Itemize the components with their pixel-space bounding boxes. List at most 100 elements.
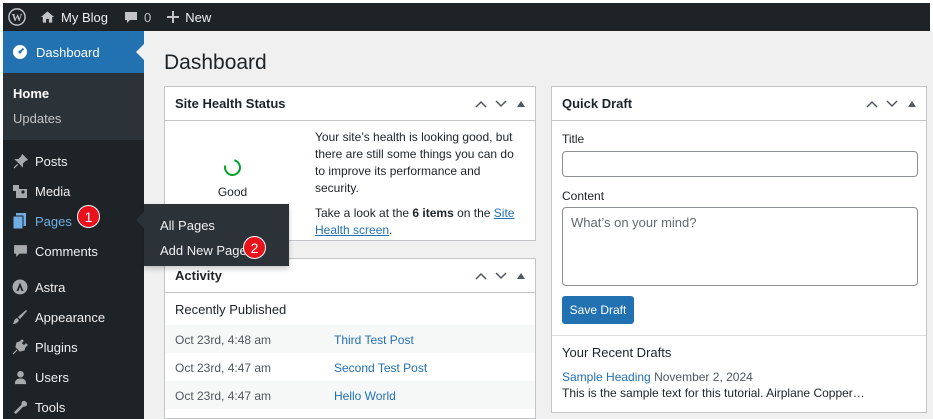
move-up-icon[interactable]	[471, 100, 491, 108]
move-up-icon[interactable]	[471, 272, 491, 280]
health-progress-circle	[220, 155, 245, 180]
health-summary-text: Your site’s health is looking good, but …	[315, 130, 514, 195]
flyout-arrow	[136, 212, 144, 228]
new-label: New	[185, 9, 212, 25]
sidebar-item-appearance[interactable]: Appearance	[3, 302, 144, 332]
post-title-link[interactable]: Third Test Post	[334, 333, 414, 347]
health-description: Your site’s health is looking good, but …	[315, 129, 527, 247]
sidebar-item-tools[interactable]: Tools	[3, 392, 144, 419]
text-fragment: .	[389, 223, 393, 237]
title-label: Title	[562, 132, 585, 146]
text-fragment: on the	[453, 206, 494, 220]
sidebar-item-label: Astra	[35, 279, 66, 295]
media-icon	[12, 183, 28, 199]
site-name: My Blog	[61, 9, 108, 25]
collapse-toggle-icon[interactable]	[511, 273, 531, 279]
astra-icon	[12, 279, 28, 295]
sidebar-item-label: Comments	[35, 243, 98, 259]
move-down-icon[interactable]	[882, 100, 902, 108]
new-content-button[interactable]: New	[159, 3, 219, 31]
wrench-icon	[12, 399, 28, 415]
comment-icon	[124, 11, 138, 24]
table-row: Oct 23rd, 4:47 am Hello World	[165, 381, 535, 409]
widget-header: Site Health Status	[165, 87, 535, 121]
sidebar-item-label: Media	[35, 183, 71, 199]
pin-icon	[12, 153, 28, 169]
draft-date: November 2, 2024	[654, 370, 753, 384]
pages-icon	[12, 213, 28, 229]
flyout-item-all-pages[interactable]: All Pages	[144, 213, 289, 238]
submenu-item-home[interactable]: Home	[3, 81, 144, 106]
plugin-icon	[12, 339, 28, 355]
current-menu-arrow	[136, 44, 144, 60]
move-up-icon[interactable]	[862, 100, 882, 108]
health-items-text: Take a look at the 6 items on the Site H…	[315, 205, 527, 239]
divider	[552, 335, 926, 336]
step-1-badge: 1	[77, 205, 100, 228]
post-title-link[interactable]: Second Test Post	[334, 361, 427, 375]
flyout-item-add-new-page[interactable]: Add New Page	[144, 238, 289, 263]
dashboard-label: Dashboard	[36, 44, 100, 60]
wordpress-logo-icon[interactable]: W	[3, 3, 32, 31]
sidebar-item-label: Pages	[35, 213, 72, 229]
draft-title-input[interactable]	[562, 151, 918, 177]
comment-icon	[12, 243, 28, 259]
sidebar-item-label: Appearance	[35, 309, 106, 325]
sidebar-item-posts[interactable]: Posts	[3, 146, 144, 176]
collapse-toggle-icon[interactable]	[902, 101, 922, 107]
home-icon	[40, 10, 55, 24]
draft-entry: Sample Heading November 2, 2024 This is …	[562, 369, 865, 401]
sidebar-item-label: Plugins	[35, 339, 78, 355]
post-date: Oct 23rd, 4:47 am	[175, 360, 272, 375]
activity-widget: Activity Recently Published Oct 23rd, 4:…	[164, 258, 536, 419]
recent-drafts-heading: Your Recent Drafts	[562, 345, 672, 360]
sidebar-item-astra[interactable]: Astra	[3, 272, 144, 302]
post-title-link[interactable]: Hello World	[334, 389, 396, 403]
plus-icon	[167, 11, 180, 23]
collapse-toggle-icon[interactable]	[511, 101, 531, 107]
post-date: Oct 23rd, 4:48 am	[175, 332, 272, 347]
widget-header: Quick Draft	[552, 87, 926, 121]
site-name-link[interactable]: My Blog	[32, 3, 116, 31]
widget-title: Site Health Status	[175, 96, 286, 111]
items-count: 6 items	[412, 206, 454, 220]
dashboard-submenu: Home Updates	[3, 73, 144, 140]
draft-excerpt: This is the sample text for this tutoria…	[562, 386, 865, 400]
admin-sidebar: Dashboard Home Updates Posts Media Pages…	[3, 31, 144, 419]
save-draft-button[interactable]: Save Draft	[562, 296, 634, 324]
health-status-label: Good	[217, 185, 248, 199]
sidebar-item-dashboard[interactable]: Dashboard	[3, 31, 144, 73]
table-row: Oct 23rd, 4:47 am Second Test Post	[165, 353, 535, 381]
comments-link[interactable]: 0	[116, 3, 159, 31]
step-2-badge: 2	[243, 236, 266, 259]
page-title: Dashboard	[164, 51, 267, 74]
widget-title: Activity	[175, 268, 222, 283]
post-date: Oct 23rd, 4:47 am	[175, 388, 272, 403]
comments-count: 0	[143, 9, 152, 25]
svg-text:W: W	[12, 12, 23, 24]
dashboard-icon	[12, 44, 28, 60]
sidebar-item-label: Users	[35, 369, 69, 385]
submenu-item-updates[interactable]: Updates	[3, 106, 144, 131]
sidebar-item-label: Tools	[35, 399, 66, 415]
admin-bar: W My Blog 0 New	[3, 3, 930, 31]
sidebar-item-plugins[interactable]: Plugins	[3, 332, 144, 362]
users-icon	[12, 369, 28, 385]
widget-title: Quick Draft	[562, 96, 633, 111]
draft-content-textarea[interactable]: What’s on your mind?	[562, 207, 918, 286]
sidebar-item-comments[interactable]: Comments	[3, 236, 144, 266]
text-fragment: Take a look at the	[315, 206, 413, 220]
brush-icon	[12, 309, 28, 325]
table-row: Oct 23rd, 4:48 am Third Test Post	[165, 325, 535, 353]
move-down-icon[interactable]	[491, 100, 511, 108]
sidebar-item-media[interactable]: Media	[3, 176, 144, 206]
pages-flyout-menu: All Pages Add New Page	[136, 204, 289, 266]
sidebar-item-pages[interactable]: Pages	[3, 206, 144, 236]
activity-subtitle: Recently Published	[175, 302, 287, 317]
sidebar-item-label: Posts	[35, 153, 68, 169]
quick-draft-widget: Quick Draft Title Content What’s on your…	[551, 86, 927, 413]
sidebar-item-users[interactable]: Users	[3, 362, 144, 392]
draft-title-link[interactable]: Sample Heading	[562, 370, 651, 384]
move-down-icon[interactable]	[491, 272, 511, 280]
content-label: Content	[562, 189, 605, 203]
